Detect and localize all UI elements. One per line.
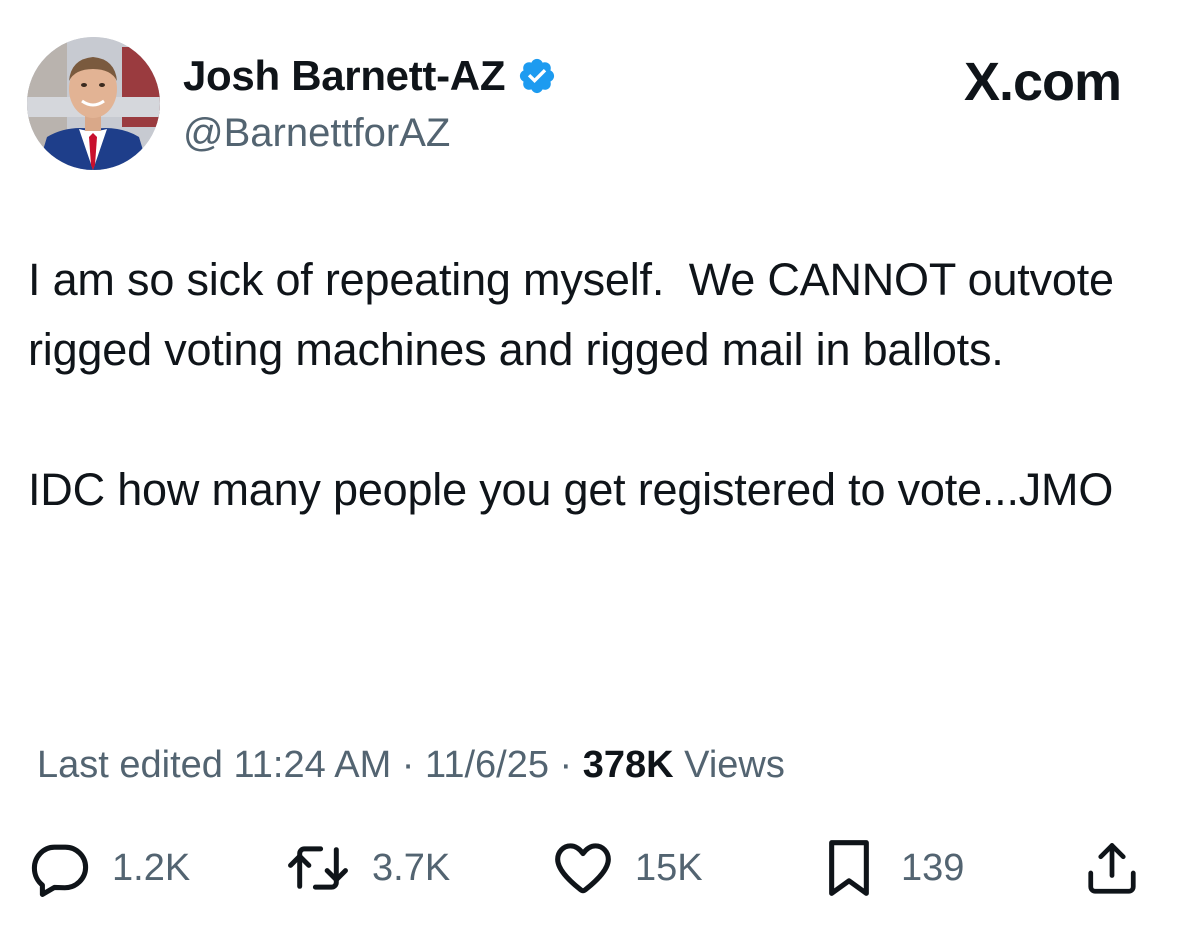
reply-button[interactable]: 1.2K — [28, 836, 190, 900]
tweet-meta: Last edited 11:24 AM · 11/6/25 · 378K Vi… — [37, 742, 785, 788]
brand-logo: X.com — [963, 52, 1122, 112]
action-bar: 1.2K 3.7K 15K 139 — [0, 836, 1179, 900]
like-button[interactable]: 15K — [551, 836, 703, 900]
bookmark-icon — [817, 836, 881, 900]
share-icon — [1082, 838, 1142, 898]
tweet-text: I am so sick of repeating myself. We CAN… — [28, 254, 1114, 515]
views-label: Views — [684, 744, 785, 786]
reply-icon — [28, 836, 92, 900]
views-count[interactable]: 378K — [583, 744, 674, 786]
repost-count: 3.7K — [372, 847, 451, 889]
author-handle[interactable]: @BarnettforAZ — [183, 110, 450, 156]
meta-separator: · — [559, 744, 573, 786]
heart-icon — [551, 836, 615, 900]
meta-separator: · — [401, 744, 415, 786]
tweet-time[interactable]: 11:24 AM — [233, 744, 391, 786]
avatar-image — [27, 37, 160, 170]
share-button[interactable] — [1082, 836, 1142, 900]
bookmark-count: 139 — [901, 847, 965, 889]
author-display-name[interactable]: Josh Barnett-AZ — [183, 52, 506, 100]
avatar[interactable] — [27, 37, 160, 170]
like-count: 15K — [635, 847, 703, 889]
tweet-date[interactable]: 11/6/25 — [425, 744, 549, 786]
repost-button[interactable]: 3.7K — [284, 836, 450, 900]
repost-icon — [284, 836, 352, 900]
author-name-row: Josh Barnett-AZ — [183, 52, 557, 100]
verified-badge-icon — [517, 56, 557, 96]
edited-label[interactable]: Last edited — [37, 744, 223, 786]
bookmark-button[interactable]: 139 — [817, 836, 964, 900]
reply-count: 1.2K — [112, 847, 191, 889]
